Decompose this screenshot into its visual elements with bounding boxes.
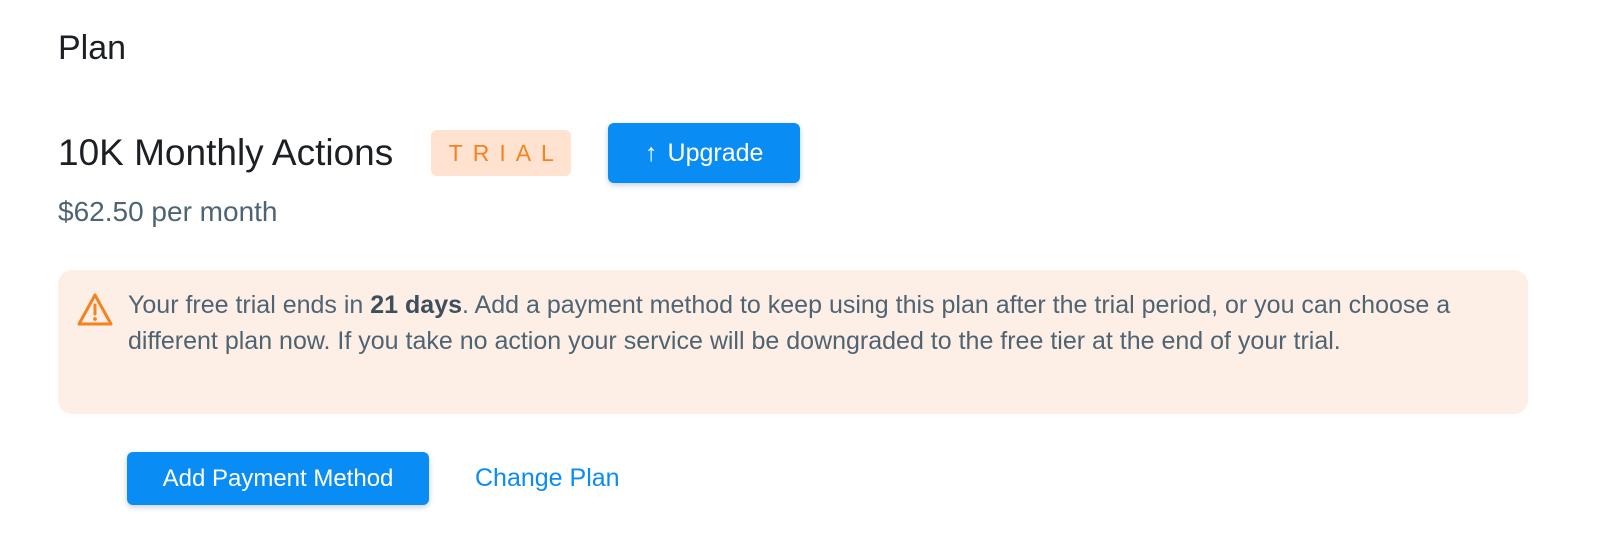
notice-text-start: Your free trial ends in [128, 291, 371, 319]
change-plan-link[interactable]: Change Plan [475, 464, 620, 493]
trial-notice: Your free trial ends in 21 days. Add a p… [58, 270, 1528, 414]
section-title: Plan [58, 29, 127, 67]
plan-header: 10K Monthly Actions TRIAL ↑ Upgrade [58, 122, 801, 184]
add-payment-method-button[interactable]: Add Payment Method [127, 452, 429, 505]
plan-name: 10K Monthly Actions [58, 132, 394, 173]
warning-triangle-icon [77, 293, 113, 326]
upgrade-button[interactable]: ↑ Upgrade [608, 123, 801, 183]
arrow-up-icon: ↑ [645, 138, 658, 167]
trial-badge: TRIAL [431, 130, 572, 176]
upgrade-button-label: Upgrade [667, 138, 764, 167]
notice-text: Your free trial ends in 21 days. Add a p… [128, 287, 1508, 359]
plan-actions: Add Payment Method Change Plan [127, 452, 620, 505]
trial-days-remaining: 21 days [370, 291, 463, 319]
plan-page: Plan 10K Monthly Actions TRIAL ↑ Upgrade… [0, 0, 1600, 554]
plan-price: $62.50 per month [58, 196, 278, 227]
